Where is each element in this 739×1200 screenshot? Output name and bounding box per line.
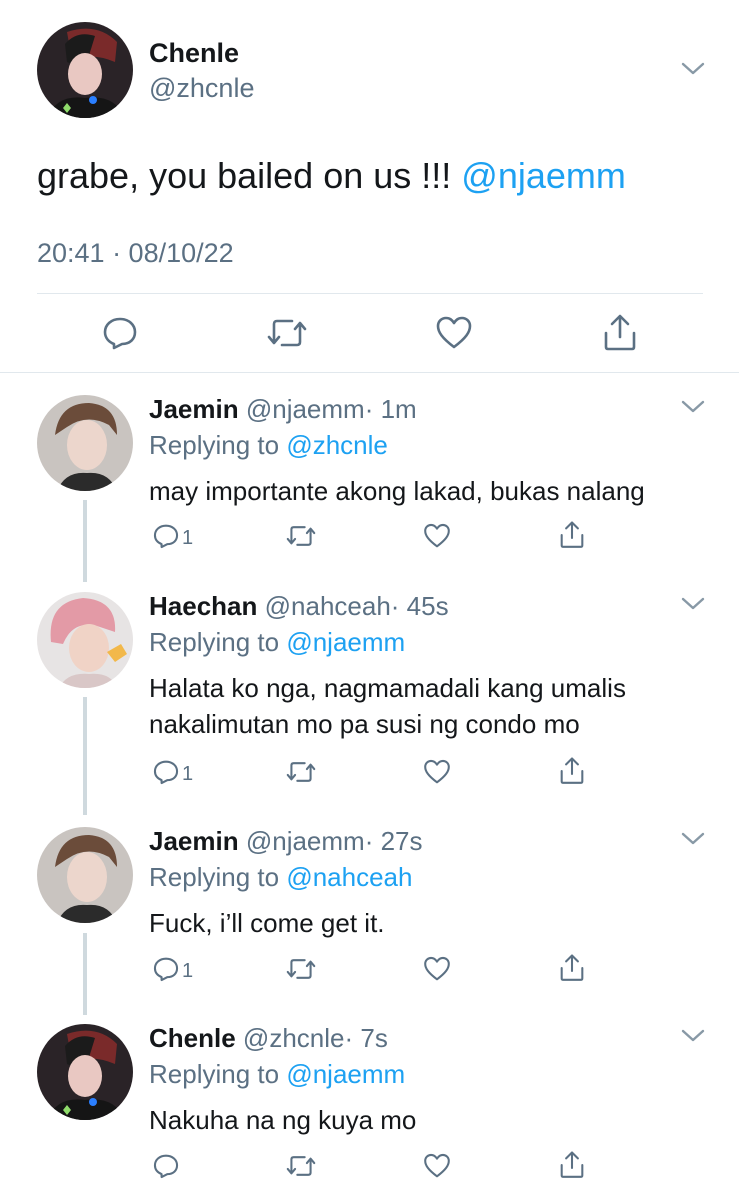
retweet-icon[interactable] [285, 522, 317, 550]
reply-author-name[interactable]: Haechan [149, 591, 257, 621]
chevron-down-icon[interactable] [678, 396, 708, 416]
reply-icon[interactable] [101, 314, 139, 352]
share-icon[interactable] [558, 953, 586, 983]
share-icon[interactable] [558, 1150, 586, 1180]
reply-header: Jaemin @njaemm· 1m [149, 394, 417, 425]
reply-count: 1 [182, 527, 194, 549]
reply-time[interactable]: · 7s [344, 1023, 387, 1053]
reply-time[interactable]: · 45s [391, 591, 449, 621]
like-icon[interactable] [422, 522, 452, 550]
replying-to-label: Replying to [149, 430, 280, 460]
divider [0, 372, 739, 373]
like-icon[interactable] [422, 1152, 452, 1180]
replying-to-label: Replying to [149, 862, 280, 892]
avatar-chenle[interactable] [37, 1024, 133, 1120]
reply-text-line: may importante akong lakad, bukas nalang [149, 476, 645, 506]
reply-author-handle[interactable]: @zhcnle [243, 1023, 345, 1053]
chevron-down-icon[interactable] [678, 593, 708, 613]
tweet-body: grabe, you bailed on us !!! [37, 155, 452, 196]
reply-author-name[interactable]: Chenle [149, 1023, 236, 1053]
reply-text-line: nakalimutan mo pa susi ng condo mo [149, 709, 580, 739]
avatar-haechan[interactable] [37, 592, 133, 688]
like-icon[interactable] [434, 314, 474, 352]
like-icon[interactable] [422, 955, 452, 983]
avatar-jaemin[interactable] [37, 827, 133, 923]
like-icon[interactable] [422, 758, 452, 786]
reply-text: Nakuha na ng kuya mo [149, 1102, 416, 1138]
replying-to-label: Replying to [149, 627, 280, 657]
reply-header: Haechan @nahceah· 45s [149, 591, 449, 622]
reply-icon[interactable] [152, 955, 180, 983]
tweet-timestamp[interactable]: 20:41 · 08/10/22 [37, 238, 234, 269]
replying-to-link[interactable]: @njaemm [286, 1059, 405, 1089]
reply-icon[interactable] [152, 758, 180, 786]
chevron-down-icon[interactable] [678, 828, 708, 848]
reply-author-handle[interactable]: @njaemm [246, 394, 365, 424]
chevron-down-icon[interactable] [678, 58, 708, 78]
replying-to-link[interactable]: @zhcnle [286, 430, 388, 460]
tweet-text: grabe, you bailed on us !!! @njaemm [37, 155, 626, 197]
author-name[interactable]: Chenle [149, 38, 239, 69]
replying-to: Replying to @zhcnle [149, 430, 388, 461]
reply-count: 1 [182, 960, 194, 982]
reply-text-line: Fuck, i’ll come get it. [149, 908, 385, 938]
replying-to: Replying to @njaemm [149, 627, 405, 658]
thread-line [83, 697, 87, 815]
avatar-jaemin[interactable] [37, 395, 133, 491]
replying-to: Replying to @njaemm [149, 1059, 405, 1090]
reply-time[interactable]: · 1m [365, 394, 417, 424]
replying-to: Replying to @nahceah [149, 862, 412, 893]
share-icon[interactable] [558, 520, 586, 550]
reply-text: Fuck, i’ll come get it. [149, 905, 385, 941]
replying-to-label: Replying to [149, 1059, 280, 1089]
reply-author-name[interactable]: Jaemin [149, 826, 239, 856]
reply-text-line: Halata ko nga, nagmamadali kang umalis [149, 673, 626, 703]
mention-link[interactable]: @njaemm [461, 155, 626, 196]
thread-line [83, 933, 87, 1015]
share-icon[interactable] [558, 756, 586, 786]
reply-author-handle[interactable]: @nahceah [265, 591, 391, 621]
replying-to-link[interactable]: @njaemm [286, 627, 405, 657]
reply-header: Chenle @zhcnle· 7s [149, 1023, 388, 1054]
chevron-down-icon[interactable] [678, 1025, 708, 1045]
reply-icon[interactable] [152, 522, 180, 550]
share-icon[interactable] [601, 313, 639, 353]
reply-header: Jaemin @njaemm· 27s [149, 826, 423, 857]
retweet-icon[interactable] [285, 1152, 317, 1180]
reply-text: Halata ko nga, nagmamadali kang umalis n… [149, 670, 626, 742]
thread-line [83, 500, 87, 582]
reply-author-name[interactable]: Jaemin [149, 394, 239, 424]
reply-text: may importante akong lakad, bukas nalang [149, 473, 645, 509]
reply-text-line: Nakuha na ng kuya mo [149, 1105, 417, 1135]
reply-count: 1 [182, 763, 194, 785]
reply-icon[interactable] [152, 1152, 180, 1180]
divider [37, 293, 703, 294]
retweet-icon[interactable] [266, 314, 308, 352]
retweet-icon[interactable] [285, 758, 317, 786]
replying-to-link[interactable]: @nahceah [286, 862, 412, 892]
reply-time[interactable]: · 27s [365, 826, 423, 856]
author-handle[interactable]: @zhcnle [149, 73, 254, 104]
avatar-chenle[interactable] [37, 22, 133, 118]
retweet-icon[interactable] [285, 955, 317, 983]
reply-author-handle[interactable]: @njaemm [246, 826, 365, 856]
